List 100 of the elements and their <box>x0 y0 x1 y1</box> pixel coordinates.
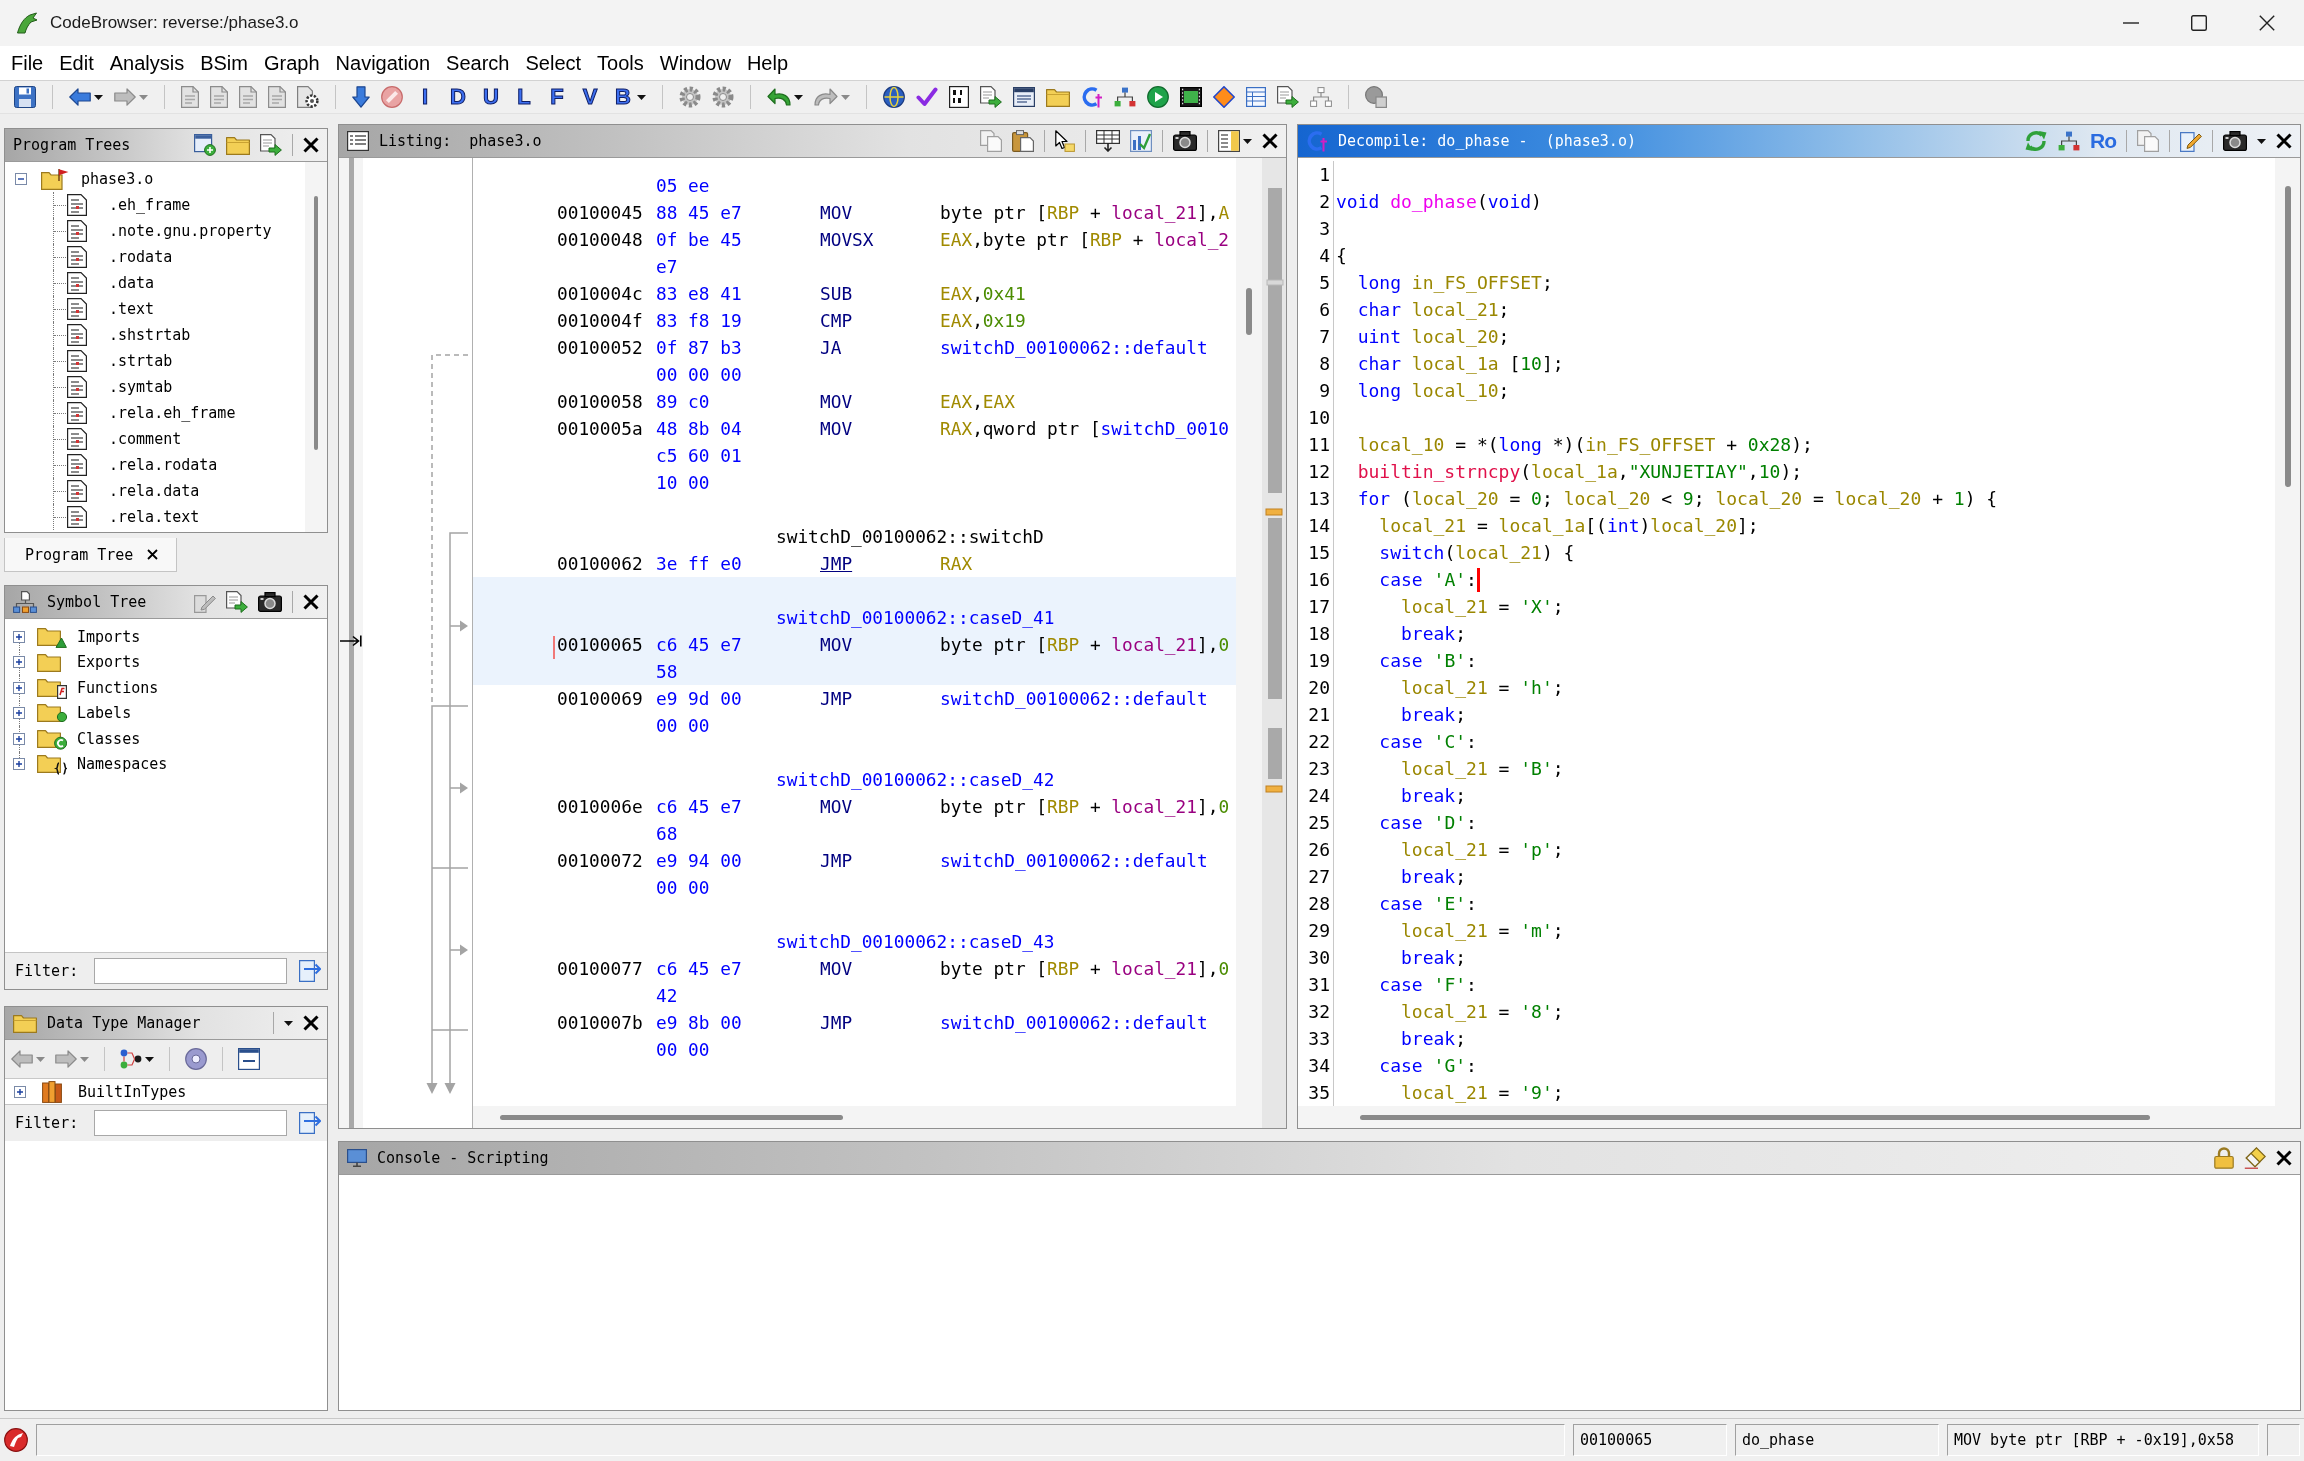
cog-icon[interactable] <box>712 86 734 108</box>
filter-field[interactable] <box>94 958 288 984</box>
scrollbar-thumb[interactable] <box>2284 186 2291 487</box>
menu-item[interactable]: BSim <box>192 51 256 75</box>
folder-icon[interactable] <box>226 135 250 155</box>
tree-node[interactable]: .rela.eh_frame <box>109 404 236 422</box>
caret-icon[interactable] <box>637 94 646 100</box>
cog-icon[interactable] <box>679 86 701 108</box>
caret-icon[interactable] <box>145 1056 154 1062</box>
filter-field[interactable] <box>94 1110 288 1136</box>
menu-item[interactable]: Graph <box>256 51 328 75</box>
collapse-icon[interactable] <box>15 173 27 185</box>
tree-node[interactable]: Labels <box>77 704 132 723</box>
close-icon[interactable] <box>147 549 159 560</box>
arrow-left-icon[interactable] <box>69 88 91 106</box>
menu-item[interactable]: Analysis <box>101 51 193 75</box>
scrollbar[interactable] <box>305 162 327 532</box>
close-icon[interactable] <box>303 137 319 153</box>
check-icon[interactable] <box>916 87 938 107</box>
caret-icon[interactable] <box>2257 138 2266 144</box>
expand-icon[interactable] <box>14 1085 26 1098</box>
tree-node[interactable]: .rela.data <box>109 482 200 500</box>
close-icon[interactable] <box>2276 1150 2292 1166</box>
menu-item[interactable]: Select <box>517 51 590 75</box>
no-entry-icon[interactable] <box>381 86 403 108</box>
caret-icon[interactable] <box>284 1020 293 1026</box>
close-icon[interactable] <box>303 1015 319 1031</box>
page-arrow-icon[interactable] <box>980 86 1002 108</box>
film-icon[interactable] <box>1180 87 1202 107</box>
close-icon[interactable] <box>2259 15 2275 31</box>
expand-icon[interactable] <box>13 681 25 694</box>
eraser-icon[interactable] <box>2244 1147 2266 1169</box>
scrollbar-thumb[interactable] <box>1360 1114 2150 1120</box>
tree-icon[interactable] <box>120 1049 142 1069</box>
tree-node[interactable]: Exports <box>77 653 141 672</box>
menu-item[interactable]: Help <box>738 51 797 75</box>
caret-icon[interactable] <box>794 94 803 100</box>
camera-icon[interactable] <box>1173 131 1197 151</box>
arrow-right-icon[interactable] <box>55 1050 77 1068</box>
lock-icon[interactable] <box>2214 1147 2234 1169</box>
expand-icon[interactable] <box>13 732 25 745</box>
page-icon[interactable] <box>210 86 228 108</box>
close-icon[interactable] <box>303 594 319 610</box>
toolbar-button[interactable]: V <box>579 85 601 109</box>
paste-icon[interactable] <box>1012 130 1034 152</box>
expand-icon[interactable] <box>13 758 25 771</box>
tree-node[interactable]: .eh_frame <box>109 196 191 214</box>
scrollbar-thumb[interactable] <box>1246 288 1252 335</box>
menu-item[interactable]: Search <box>438 51 518 75</box>
page-gear-icon[interactable] <box>297 86 319 108</box>
toolbar-button[interactable]: D <box>447 85 469 109</box>
tree-node[interactable]: .symtab <box>109 378 173 396</box>
scrollbar-thumb[interactable] <box>500 1114 843 1120</box>
tree-node[interactable]: .rela.rodata <box>109 456 218 474</box>
camera-icon[interactable] <box>2223 131 2247 151</box>
page-icon[interactable] <box>268 86 286 108</box>
menu-item[interactable]: Navigation <box>327 51 439 75</box>
table-icon[interactable] <box>1246 87 1266 107</box>
globe-icon[interactable] <box>883 86 905 108</box>
tree-node[interactable]: .shstrtab <box>109 326 191 344</box>
tree-node[interactable]: .note.gnu.property <box>109 222 272 240</box>
save-icon[interactable] <box>14 86 36 108</box>
tree-node[interactable]: .data <box>109 274 155 292</box>
tree-node[interactable]: .strtab <box>109 352 173 370</box>
caret-icon[interactable] <box>1243 138 1252 144</box>
page-arrow-icon[interactable] <box>226 591 248 613</box>
tree-node[interactable]: Classes <box>77 729 141 748</box>
window-icon[interactable] <box>1013 87 1035 107</box>
layout-icon[interactable] <box>1218 130 1240 152</box>
expand-icon[interactable] <box>13 707 25 720</box>
chart-icon[interactable] <box>1130 130 1152 152</box>
arrow-right-icon[interactable] <box>114 88 136 106</box>
expand-icon[interactable] <box>13 630 25 643</box>
diamond-icon[interactable] <box>1213 86 1235 108</box>
edit-icon[interactable] <box>2180 130 2202 152</box>
close-icon[interactable] <box>1262 133 1278 149</box>
close-icon[interactable] <box>2276 133 2292 149</box>
menu-item[interactable]: Tools <box>589 51 652 75</box>
tree-node[interactable]: Functions <box>77 678 159 697</box>
menu-item[interactable]: Edit <box>51 51 102 75</box>
tree-node[interactable]: Namespaces <box>77 755 168 774</box>
page-icon[interactable] <box>239 86 257 108</box>
disc-icon[interactable] <box>185 1048 207 1070</box>
menu-item[interactable]: Window <box>651 51 739 75</box>
page-arrow-icon[interactable] <box>1277 86 1299 108</box>
window-minus-icon[interactable] <box>238 1048 260 1070</box>
page-arrow-icon[interactable] <box>299 960 322 982</box>
pointer-icon[interactable] <box>1055 130 1075 152</box>
code-icon[interactable] <box>1081 86 1103 108</box>
menu-item[interactable]: File <box>3 51 52 75</box>
document-icon[interactable] <box>949 86 969 108</box>
tree-node[interactable]: .comment <box>109 430 182 448</box>
maximize-icon[interactable] <box>2191 15 2207 31</box>
page-arrow-icon[interactable] <box>299 1112 322 1134</box>
undo-icon[interactable] <box>767 88 791 106</box>
expand-icon[interactable] <box>13 656 25 669</box>
tree-node[interactable]: Imports <box>77 627 141 646</box>
toolbar-button[interactable]: L <box>513 85 535 109</box>
shapes-icon[interactable] <box>1365 86 1387 108</box>
toolbar-button[interactable]: U <box>480 85 502 109</box>
